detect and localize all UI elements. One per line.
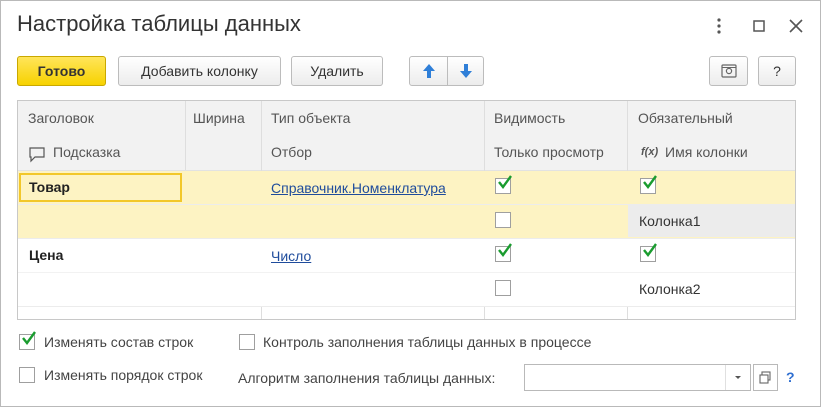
function-icon: f(x) <box>641 146 659 158</box>
fill-control-checkbox[interactable] <box>239 334 255 350</box>
dialog-window: Настройка таблицы данных Готово Добавить… <box>0 0 821 407</box>
visible-checkbox[interactable] <box>495 243 512 262</box>
row-column-name: Колонка2 <box>639 281 701 297</box>
table-row[interactable]: Цена Число Колонка2 <box>18 239 795 307</box>
add-column-button[interactable]: Добавить колонку <box>118 56 281 86</box>
change-order-checkbox[interactable] <box>19 367 35 383</box>
change-rows-checkbox[interactable] <box>19 331 36 350</box>
column-header-title[interactable]: Заголовок <box>28 110 94 126</box>
fill-control-label[interactable]: Контроль заполнения таблицы данных в про… <box>263 334 591 350</box>
open-value-button[interactable] <box>753 364 778 391</box>
read-only-checkbox[interactable] <box>495 280 511 296</box>
move-down-button[interactable] <box>447 56 484 86</box>
row-divider <box>18 272 795 273</box>
column-header-read-only[interactable]: Только просмотр <box>494 144 604 160</box>
table-header-row-1: Заголовок Ширина Тип объекта Видимость О… <box>18 101 795 137</box>
column-divider <box>185 101 186 170</box>
delete-button[interactable]: Удалить <box>291 56 383 86</box>
move-up-button[interactable] <box>409 56 448 86</box>
column-header-object-type[interactable]: Тип объекта <box>271 110 350 126</box>
column-header-column-name[interactable]: Имя колонки <box>665 144 748 160</box>
open-copy-icon <box>754 371 777 393</box>
checkmark-icon <box>643 243 657 257</box>
checkmark-icon <box>498 243 512 257</box>
more-vertical-icon[interactable] <box>709 15 729 37</box>
maximize-icon[interactable] <box>749 15 769 37</box>
row-title: Цена <box>29 247 64 263</box>
change-rows-label[interactable]: Изменять состав строк <box>44 334 193 350</box>
close-icon[interactable] <box>786 15 806 37</box>
column-header-required[interactable]: Обязательный <box>638 110 733 126</box>
window-title: Настройка таблицы данных <box>17 11 301 36</box>
checkmark-icon <box>498 175 512 189</box>
settings-button[interactable] <box>709 56 748 86</box>
row-type-link-text[interactable]: Справочник.Номенклатура <box>271 180 446 196</box>
algorithm-select[interactable] <box>524 364 751 391</box>
column-header-filter[interactable]: Отбор <box>271 144 312 160</box>
visible-checkbox[interactable] <box>495 175 512 194</box>
done-button[interactable]: Готово <box>17 56 106 86</box>
settings-icon <box>720 64 738 83</box>
column-header-visibility[interactable]: Видимость <box>494 110 565 126</box>
required-checkbox[interactable] <box>640 243 657 262</box>
column-header-hint[interactable]: Подсказка <box>53 144 120 160</box>
required-checkbox[interactable] <box>640 175 657 194</box>
chevron-down-icon[interactable] <box>725 365 750 390</box>
table-header-row-2: Подсказка Отбор Только просмотр f(x) Имя… <box>18 136 795 171</box>
arrow-down-icon <box>458 64 474 83</box>
column-header-width[interactable]: Ширина <box>193 110 245 126</box>
row-type-link-text[interactable]: Число <box>271 248 311 264</box>
arrow-up-icon <box>421 64 437 83</box>
algorithm-label: Алгоритм заполнения таблицы данных: <box>238 370 496 386</box>
comment-icon <box>28 145 46 166</box>
data-table: Заголовок Ширина Тип объекта Видимость О… <box>17 100 796 320</box>
checkmark-icon <box>643 175 657 189</box>
row-title: Товар <box>29 179 70 195</box>
checkmark-icon <box>22 331 36 345</box>
table-row[interactable]: Товар Справочник.Номенклатура Колонка1 <box>18 171 795 239</box>
row-type-link[interactable]: Число <box>271 248 311 264</box>
change-order-label[interactable]: Изменять порядок строк <box>44 367 202 383</box>
help-button[interactable]: ? <box>758 56 796 86</box>
read-only-checkbox[interactable] <box>495 212 511 228</box>
row-type-link[interactable]: Справочник.Номенклатура <box>271 180 446 196</box>
row-column-name: Колонка1 <box>639 213 701 229</box>
help-link[interactable]: ? <box>786 369 795 385</box>
